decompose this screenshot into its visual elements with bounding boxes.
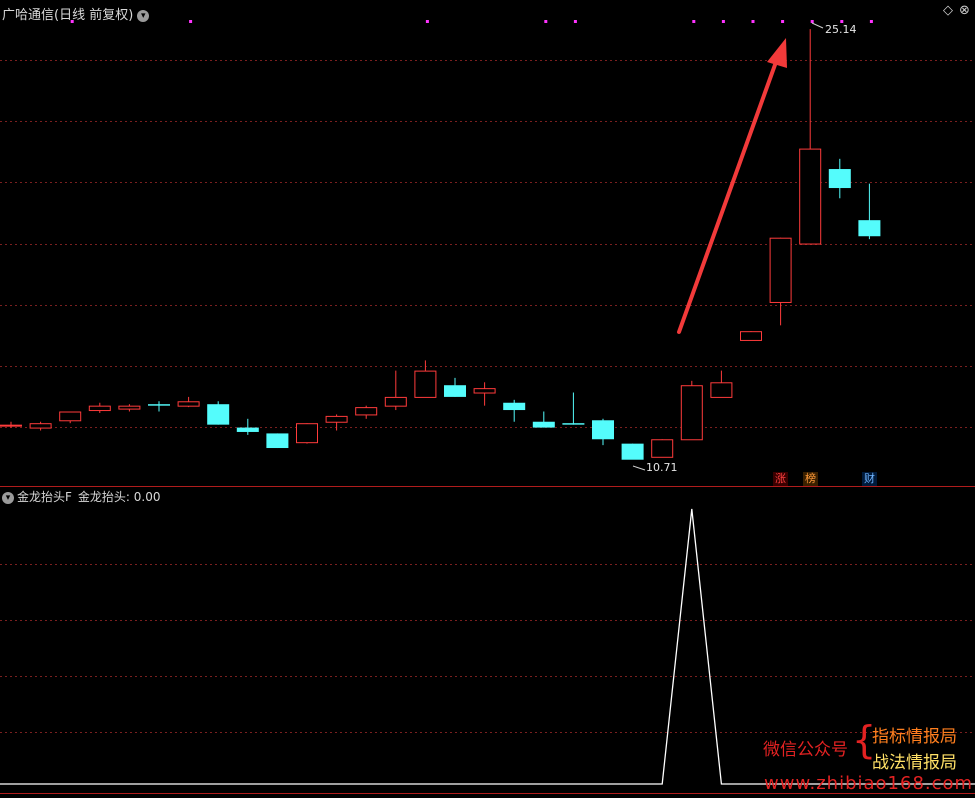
candle: [29, 421, 52, 431]
badge-bang[interactable]: 榜: [803, 472, 818, 486]
indicator-name: 金龙抬头F: [17, 490, 72, 504]
candle: [0, 421, 22, 428]
signal-dot: [692, 20, 696, 23]
chart-title[interactable]: 广哈通信(日线 前复权) ▾: [2, 4, 150, 23]
candle: [236, 418, 259, 435]
candle: [296, 423, 318, 444]
candle: [769, 237, 792, 326]
watermark-line2: 战法情报局: [872, 753, 957, 773]
candle: [858, 183, 881, 240]
candle: [325, 414, 348, 431]
low-price-label: 10.71: [646, 461, 678, 474]
candle: [562, 392, 585, 425]
badge-cai[interactable]: 财: [862, 472, 877, 486]
watermark-url: www.zhibiao168.com: [764, 773, 974, 794]
candle: [503, 399, 526, 422]
candle: [444, 377, 466, 397]
candle: [118, 404, 141, 412]
signal-dot: [425, 20, 429, 23]
candle: [355, 405, 378, 419]
candle: [799, 29, 822, 245]
candle: [710, 370, 733, 398]
candle: [621, 443, 644, 460]
indicator-value: 金龙抬头: 0.00: [77, 490, 161, 504]
indicator-grid: [0, 564, 975, 733]
indicator-title[interactable]: ▾ 金龙抬头F 金龙抬头: 0.00: [2, 488, 160, 505]
diamond-button[interactable]: ◇: [943, 3, 953, 18]
candle: [384, 370, 407, 411]
signal-dot: [573, 20, 577, 23]
candle: [88, 402, 111, 413]
high-price-label: 25.14: [825, 23, 857, 36]
signal-dot: [544, 20, 548, 23]
signal-dot: [810, 20, 814, 23]
signal-dot: [869, 20, 873, 23]
close-icon[interactable]: ⊗: [959, 3, 970, 18]
watermark-wechat: 微信公众号: [763, 740, 848, 760]
low-leader: [632, 465, 646, 471]
candle: [207, 401, 230, 425]
candle: [414, 360, 437, 398]
stock-title: 广哈通信(日线 前复权): [2, 8, 134, 23]
candle: [59, 411, 82, 424]
signal-dot: [781, 20, 785, 23]
price-grid: [0, 60, 975, 428]
candle: [177, 396, 200, 408]
candle: [651, 439, 674, 458]
candle: [828, 158, 851, 199]
signal-dots: [70, 20, 873, 23]
signal-dot: [189, 20, 193, 23]
candle: [740, 331, 762, 341]
candle: [148, 401, 170, 412]
signal-dot: [751, 20, 755, 23]
chevron-down-icon[interactable]: ▾: [137, 9, 150, 22]
candle: [592, 418, 614, 446]
candle: [473, 382, 496, 406]
high-leader: [811, 22, 824, 29]
chevron-down-icon[interactable]: ▾: [2, 491, 14, 504]
watermark-line1: 指标情报局: [872, 727, 957, 747]
badge-zhang[interactable]: 涨: [773, 472, 788, 486]
price-chart[interactable]: [0, 0, 975, 487]
candle: [532, 411, 555, 428]
candle: [266, 433, 289, 449]
candle: [680, 380, 703, 441]
signal-dot: [721, 20, 725, 23]
